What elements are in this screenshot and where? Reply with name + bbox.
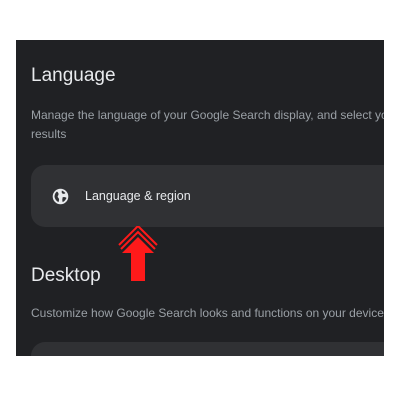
desktop-section-description: Customize how Google Search looks and fu… xyxy=(31,306,384,320)
language-region-card[interactable]: Language & region xyxy=(31,165,384,227)
language-section-description: Manage the language of your Google Searc… xyxy=(31,108,384,141)
language-section-title: Language xyxy=(31,65,116,86)
globe-icon xyxy=(52,188,69,205)
language-region-label: Language & region xyxy=(85,189,191,203)
desktop-settings-card[interactable] xyxy=(31,342,384,356)
settings-screen: Language Manage the language of your Goo… xyxy=(16,40,384,356)
arrow-up-icon xyxy=(118,226,158,281)
desktop-section-title: Desktop xyxy=(31,265,101,286)
